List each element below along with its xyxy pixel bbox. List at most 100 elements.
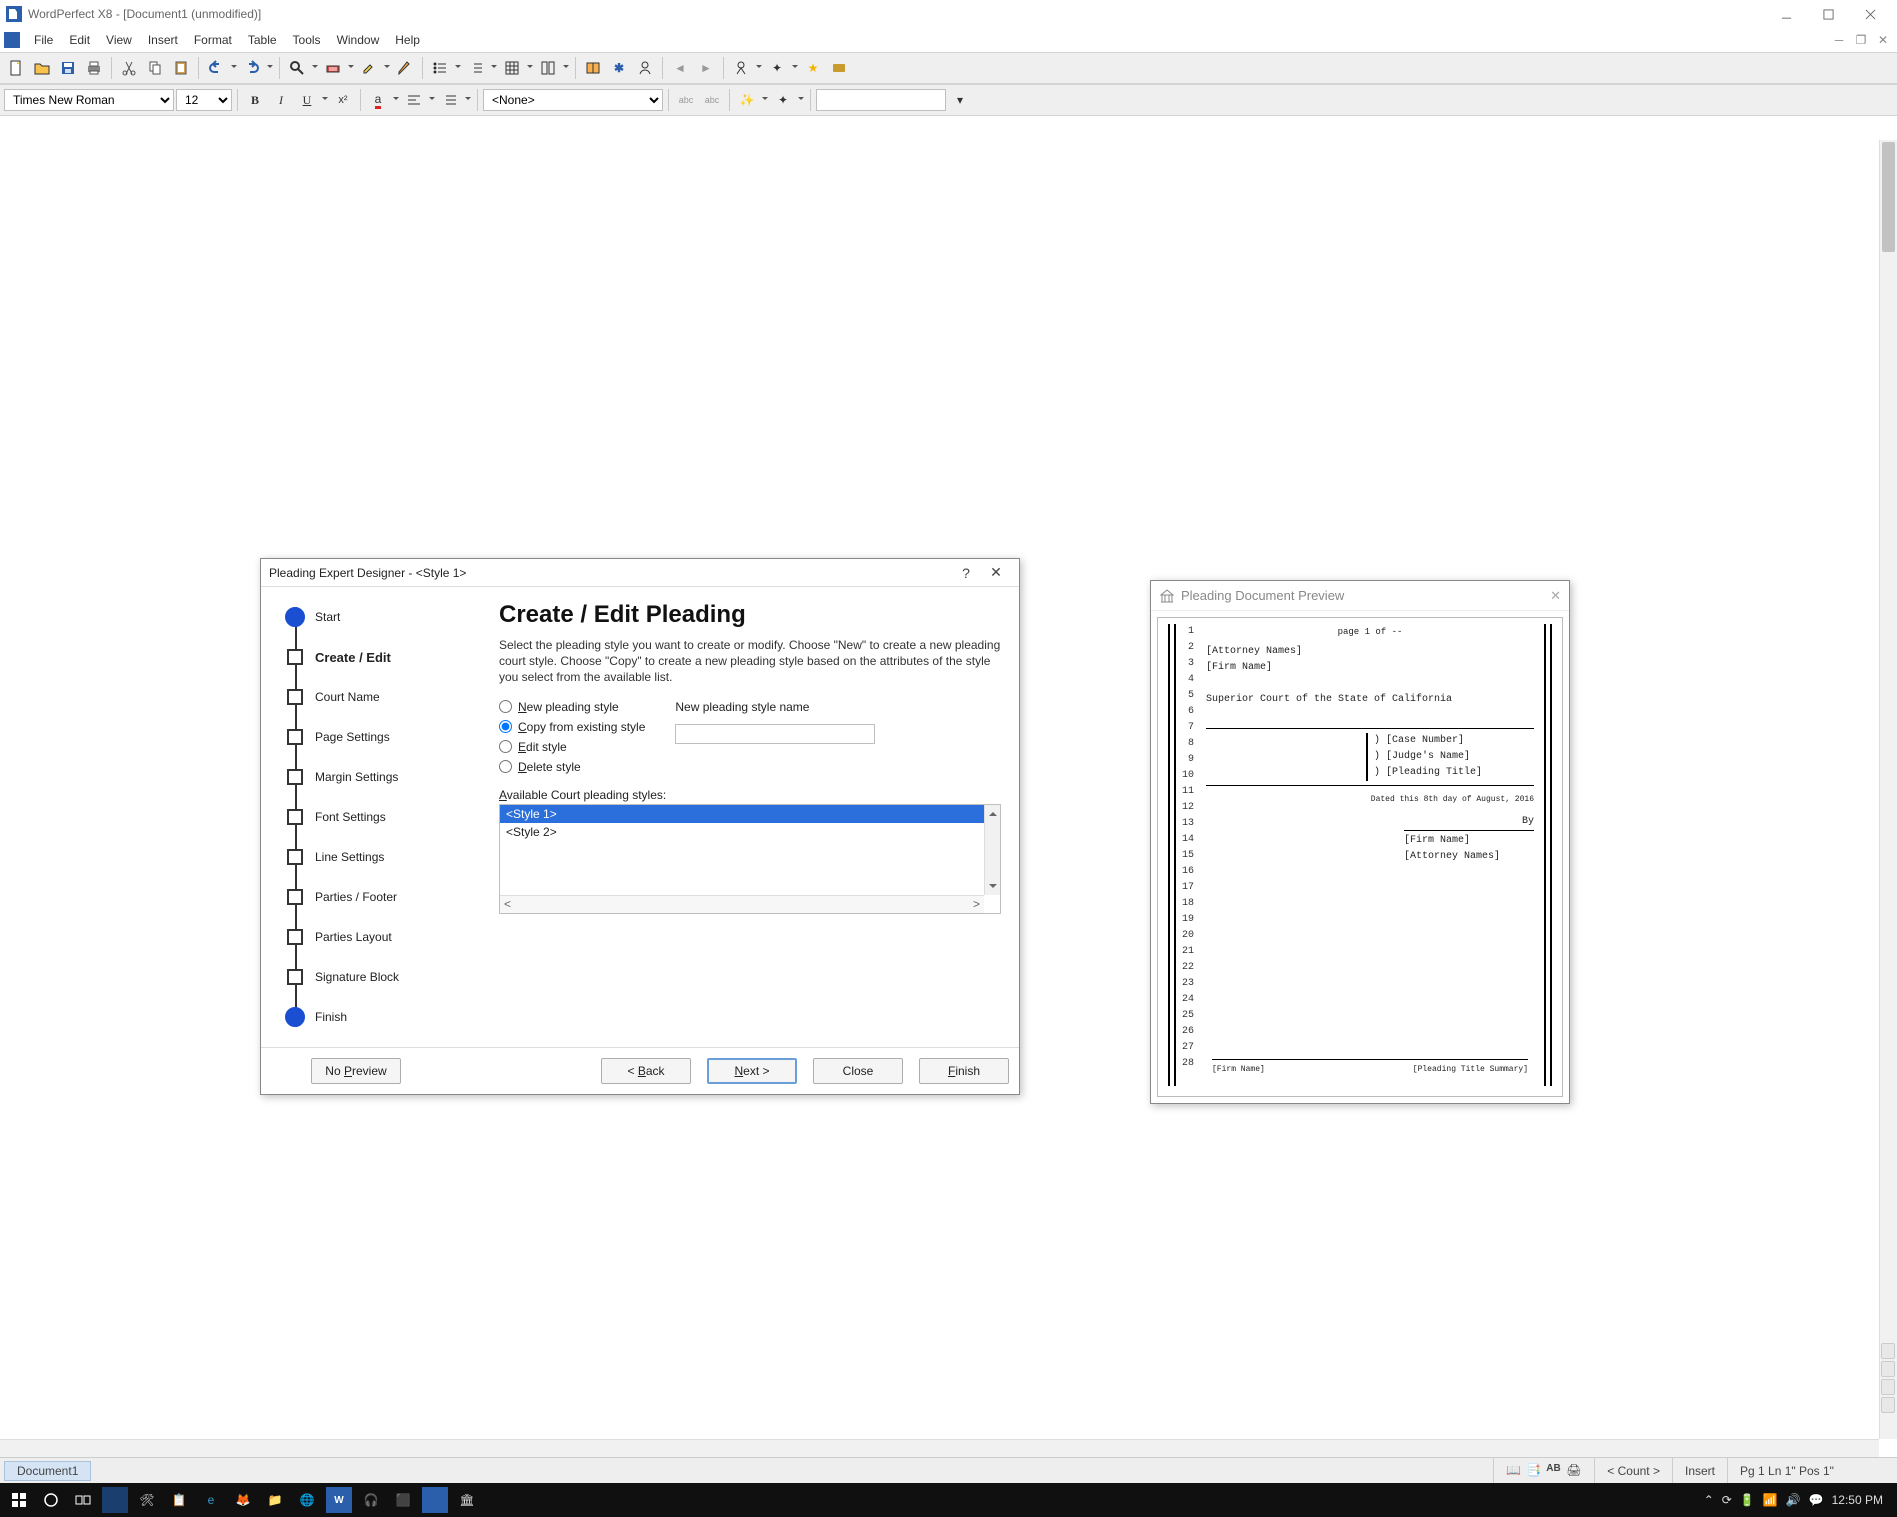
wizard-step-margin-settings[interactable]: Margin Settings xyxy=(285,757,483,797)
wizard-step-signature-block[interactable]: Signature Block xyxy=(285,957,483,997)
wand-button[interactable]: ✨ xyxy=(735,88,759,112)
zoom-button[interactable] xyxy=(285,56,309,80)
print-button[interactable] xyxy=(82,56,106,80)
cut-button[interactable] xyxy=(117,56,141,80)
radio-edit[interactable]: Edit style xyxy=(499,740,645,754)
zoom-dropdown[interactable] xyxy=(311,65,319,71)
word-icon[interactable]: W xyxy=(326,1487,352,1513)
table-grid-button[interactable] xyxy=(500,56,524,80)
wizard-step-page-settings[interactable]: Page Settings xyxy=(285,717,483,757)
task-app1-icon[interactable] xyxy=(102,1487,128,1513)
preview-titlebar[interactable]: Pleading Document Preview ✕ xyxy=(1151,581,1569,611)
list-item[interactable]: <Style 2> xyxy=(500,823,1000,841)
font-size-select[interactable]: 12 xyxy=(176,89,232,111)
font-select[interactable]: Times New Roman xyxy=(4,89,174,111)
macro-rec-button[interactable]: ✦ xyxy=(765,56,789,80)
listbox-vscroll[interactable] xyxy=(984,805,1000,895)
paste-button[interactable] xyxy=(169,56,193,80)
status-book-icon[interactable]: 📖 xyxy=(1506,1463,1522,1479)
save-button[interactable] xyxy=(56,56,80,80)
symbol-button[interactable]: ✱ xyxy=(607,56,631,80)
horizontal-scrollbar[interactable] xyxy=(0,1439,1879,1457)
dialog-help-button[interactable]: ? xyxy=(951,562,981,584)
macro-rec-dropdown[interactable] xyxy=(791,65,799,71)
close-dialog-button[interactable]: Close xyxy=(813,1058,903,1084)
tray-clock[interactable]: 12:50 PM xyxy=(1832,1493,1883,1507)
spellcheck-button[interactable]: abc xyxy=(674,88,698,112)
task-app3-icon[interactable]: 📋 xyxy=(166,1487,192,1513)
macro-dropdown[interactable] xyxy=(755,65,763,71)
highlight-button[interactable] xyxy=(357,56,381,80)
sidebar-nav-icon[interactable] xyxy=(1881,1397,1895,1413)
character-button[interactable] xyxy=(633,56,657,80)
book-button[interactable] xyxy=(581,56,605,80)
wizard-step-line-settings[interactable]: Line Settings xyxy=(285,837,483,877)
copy-button[interactable] xyxy=(143,56,167,80)
task-app5-icon[interactable]: 🎧 xyxy=(358,1487,384,1513)
undo-button[interactable] xyxy=(204,56,228,80)
grammar-button[interactable]: abc xyxy=(700,88,724,112)
vertical-scrollbar[interactable] xyxy=(1879,140,1897,1439)
table-grid-dropdown[interactable] xyxy=(526,65,534,71)
firefox-icon[interactable]: 🦊 xyxy=(230,1487,256,1513)
autoformat-dropdown[interactable] xyxy=(347,65,355,71)
status-doc-tab[interactable]: Document1 xyxy=(4,1461,91,1481)
next-button[interactable]: Next > xyxy=(707,1058,797,1084)
menu-insert[interactable]: Insert xyxy=(140,30,186,50)
preview-close-button[interactable]: ✕ xyxy=(1550,588,1561,604)
style-select[interactable]: <None> xyxy=(483,89,663,111)
cortana-icon[interactable] xyxy=(38,1487,64,1513)
mdi-close-icon[interactable]: ✕ xyxy=(1873,32,1893,48)
menu-file[interactable]: File xyxy=(26,30,61,50)
italic-button[interactable]: I xyxy=(269,88,293,112)
menu-window[interactable]: Window xyxy=(329,30,388,50)
sidebar-zoom-in-icon[interactable] xyxy=(1881,1343,1895,1359)
font-color-button[interactable]: a xyxy=(366,88,390,112)
bullets-dropdown[interactable] xyxy=(454,65,462,71)
underline-button[interactable]: U xyxy=(295,88,319,112)
reveal-button[interactable] xyxy=(827,56,851,80)
macro-play-button[interactable] xyxy=(729,56,753,80)
explorer-icon[interactable]: 📁 xyxy=(262,1487,288,1513)
start-button[interactable] xyxy=(6,1487,32,1513)
status-count[interactable]: < Count > xyxy=(1594,1458,1672,1483)
redo-dropdown[interactable] xyxy=(266,65,274,71)
task-app2-icon[interactable]: 🛠 xyxy=(134,1487,160,1513)
radio-delete[interactable]: Delete style xyxy=(499,760,645,774)
tools-button[interactable]: ✦ xyxy=(771,88,795,112)
numbering-button[interactable] xyxy=(464,56,488,80)
wizard-step-create-edit[interactable]: Create / Edit xyxy=(285,637,483,677)
minimize-button[interactable] xyxy=(1765,0,1807,28)
wizard-step-parties-footer[interactable]: Parties / Footer xyxy=(285,877,483,917)
forward-arrow-button[interactable]: ► xyxy=(694,56,718,80)
columns-button[interactable] xyxy=(536,56,560,80)
dialog-titlebar[interactable]: Pleading Expert Designer - <Style 1> ? ✕ xyxy=(261,559,1019,587)
wizard-step-parties-layout[interactable]: Parties Layout xyxy=(285,917,483,957)
status-print-icon[interactable]: 🖨 xyxy=(1566,1463,1582,1479)
favorite-button[interactable]: ★ xyxy=(801,56,825,80)
wizard-step-finish[interactable]: Finish xyxy=(285,997,483,1037)
font-color-dropdown[interactable] xyxy=(392,97,400,103)
styles-listbox[interactable]: <Style 1><Style 2> <> xyxy=(499,804,1001,914)
back-button[interactable]: < Back xyxy=(601,1058,691,1084)
tray-up-icon[interactable]: ⌃ xyxy=(1704,1493,1714,1507)
align-dropdown[interactable] xyxy=(428,97,436,103)
list-item[interactable]: <Style 1> xyxy=(500,805,1000,823)
name-input[interactable] xyxy=(675,724,875,744)
finish-button[interactable]: Finish xyxy=(919,1058,1009,1084)
superscript-button[interactable]: x² xyxy=(331,88,355,112)
tray-sync-icon[interactable]: ⟳ xyxy=(1722,1493,1732,1507)
search-input[interactable] xyxy=(816,89,946,111)
menu-tools[interactable]: Tools xyxy=(285,30,329,50)
new-button[interactable] xyxy=(4,56,28,80)
tray-network-icon[interactable]: 📶 xyxy=(1763,1493,1778,1507)
mdi-restore-icon[interactable]: ❐ xyxy=(1851,32,1871,48)
undo-dropdown[interactable] xyxy=(230,65,238,71)
tray-action-icon[interactable]: 💬 xyxy=(1809,1493,1824,1507)
dialog-close-button[interactable]: ✕ xyxy=(981,562,1011,584)
task-app4-icon[interactable]: 🌐 xyxy=(294,1487,320,1513)
numbering-dropdown[interactable] xyxy=(490,65,498,71)
redo-button[interactable] xyxy=(240,56,264,80)
back-arrow-button[interactable]: ◄ xyxy=(668,56,692,80)
draw-button[interactable] xyxy=(393,56,417,80)
